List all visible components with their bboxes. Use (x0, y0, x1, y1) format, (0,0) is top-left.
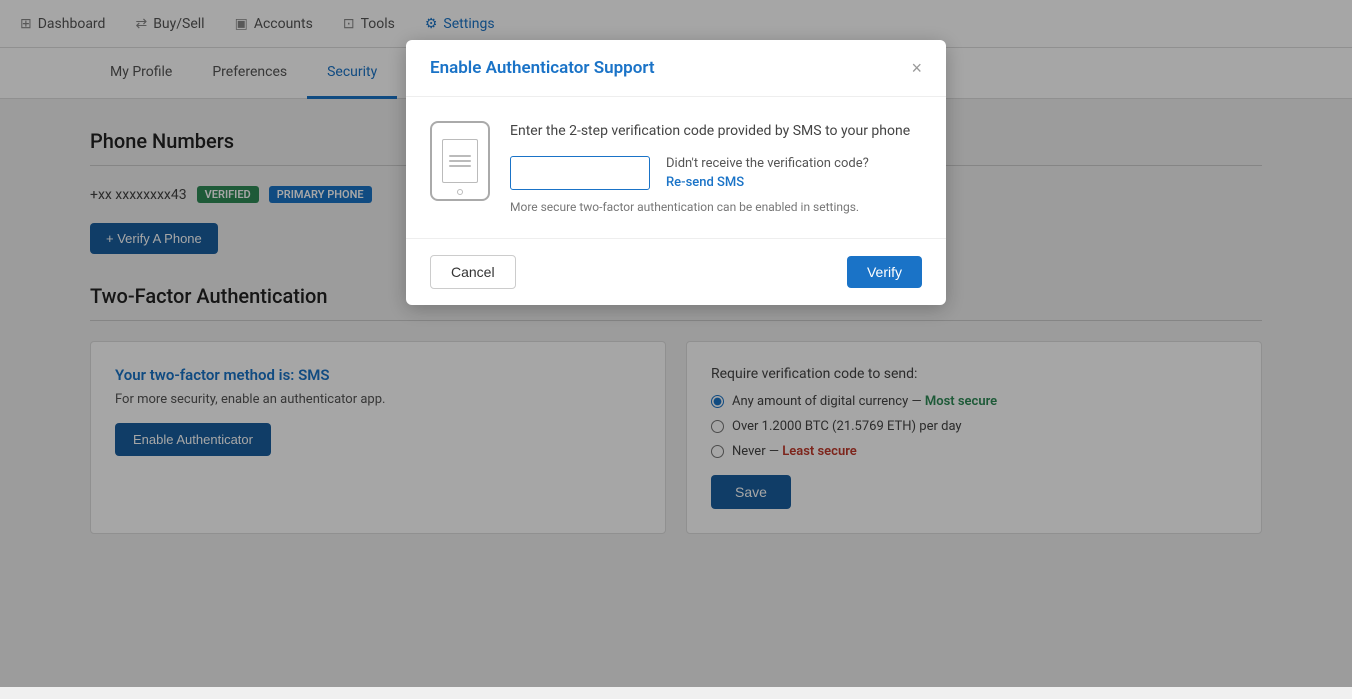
modal-instruction: Enter the 2-step verification code provi… (510, 121, 922, 142)
phone-line-2 (449, 160, 471, 162)
modal-title: Enable Authenticator Support (430, 58, 655, 78)
modal-body: Enter the 2-step verification code provi… (406, 97, 946, 238)
modal-footer: Cancel Verify (406, 238, 946, 305)
modal-content-row: Enter the 2-step verification code provi… (430, 121, 922, 214)
verify-button[interactable]: Verify (847, 256, 922, 288)
phone-line-3 (449, 165, 471, 167)
resend-sms-link[interactable]: Re-send SMS (666, 175, 744, 190)
modal-right-content: Enter the 2-step verification code provi… (510, 121, 922, 214)
phone-screen (442, 139, 478, 183)
modal-overlay: Enable Authenticator Support × Enter the… (0, 0, 1352, 687)
phone-home-button (457, 189, 463, 195)
phone-line-1 (449, 155, 471, 157)
modal-close-button[interactable]: × (911, 59, 922, 77)
verification-code-input[interactable] (510, 156, 650, 190)
enable-authenticator-modal: Enable Authenticator Support × Enter the… (406, 40, 946, 305)
phone-illustration (430, 121, 490, 201)
cancel-button[interactable]: Cancel (430, 255, 516, 289)
modal-input-row: Didn't receive the verification code? Re… (510, 156, 922, 190)
modal-header: Enable Authenticator Support × (406, 40, 946, 97)
resend-block: Didn't receive the verification code? Re… (666, 156, 869, 190)
resend-question: Didn't receive the verification code? (666, 156, 869, 171)
modal-note: More secure two-factor authentication ca… (510, 200, 922, 214)
